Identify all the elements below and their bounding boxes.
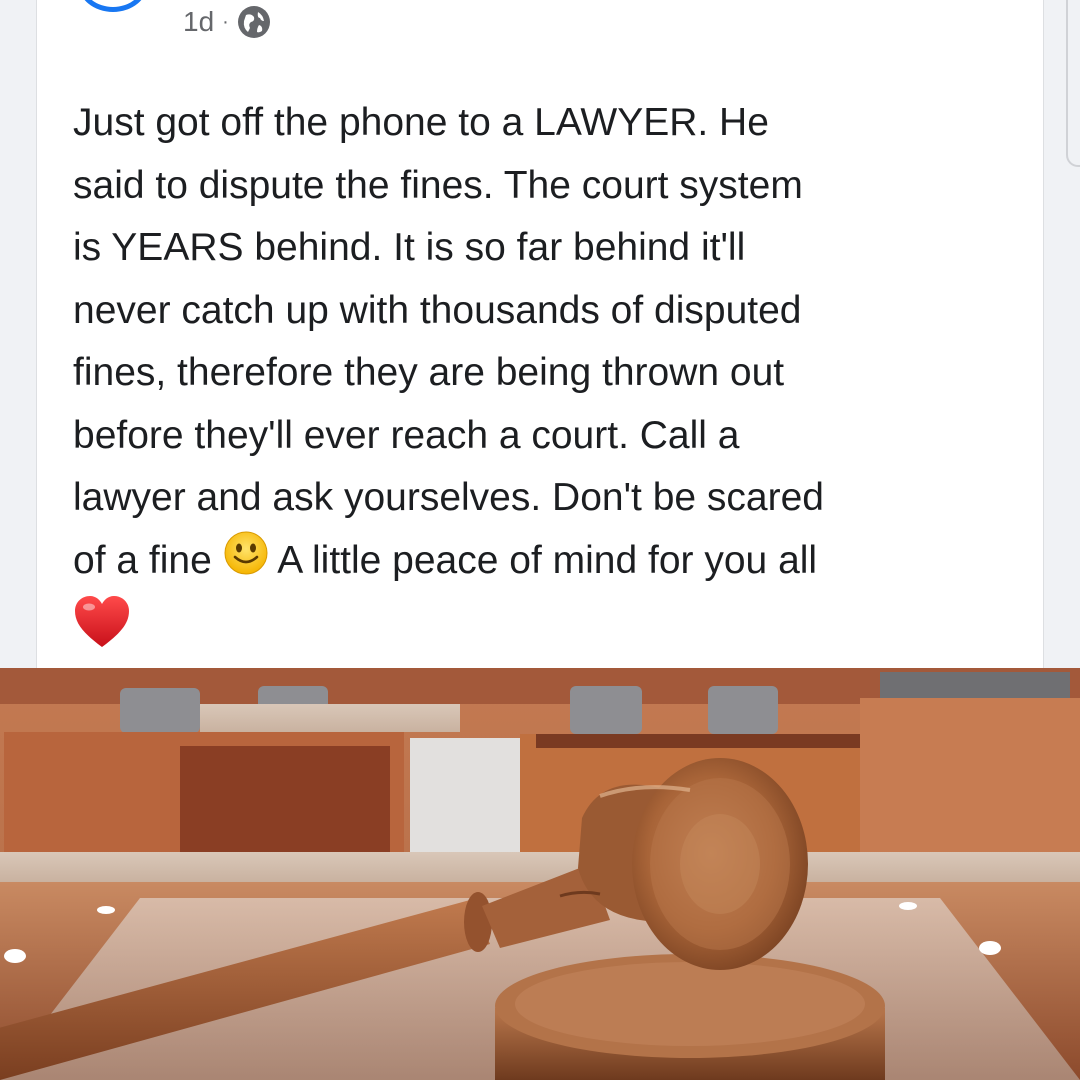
post-text-line: is YEARS behind. It is so far behind it'… bbox=[73, 226, 746, 269]
post-text-line: of a fine bbox=[73, 538, 223, 582]
post-timestamp[interactable]: 1d bbox=[183, 6, 214, 38]
post-text-line: said to dispute the fines. The court sys… bbox=[73, 163, 803, 207]
post-text-line: Just got off the phone to a LAWYER. He bbox=[73, 101, 769, 144]
post-text-line: lawyer and ask yourselves. Don't be scar… bbox=[73, 476, 824, 519]
smiling-face-emoji-icon bbox=[223, 530, 269, 596]
post-meta: 1d · bbox=[183, 2, 271, 42]
adjacent-panel-edge bbox=[1066, 0, 1080, 167]
red-heart-emoji-icon bbox=[73, 595, 131, 669]
post-body-text: Just got off the phone to a LAWYER. He s… bbox=[73, 92, 1013, 669]
post-photo[interactable] bbox=[0, 668, 1080, 1080]
post-text-line: A little peace of mind for you all bbox=[268, 538, 818, 582]
meta-separator: · bbox=[222, 10, 229, 33]
gavel-courtroom-image bbox=[0, 668, 1080, 1080]
globe-icon[interactable] bbox=[237, 5, 271, 39]
post-text-line: fines, therefore they are being thrown o… bbox=[73, 351, 785, 394]
post-text-line: never catch up with thousands of dispute… bbox=[73, 288, 802, 332]
post-text-line: before they'll ever reach a court. Call … bbox=[73, 413, 740, 457]
